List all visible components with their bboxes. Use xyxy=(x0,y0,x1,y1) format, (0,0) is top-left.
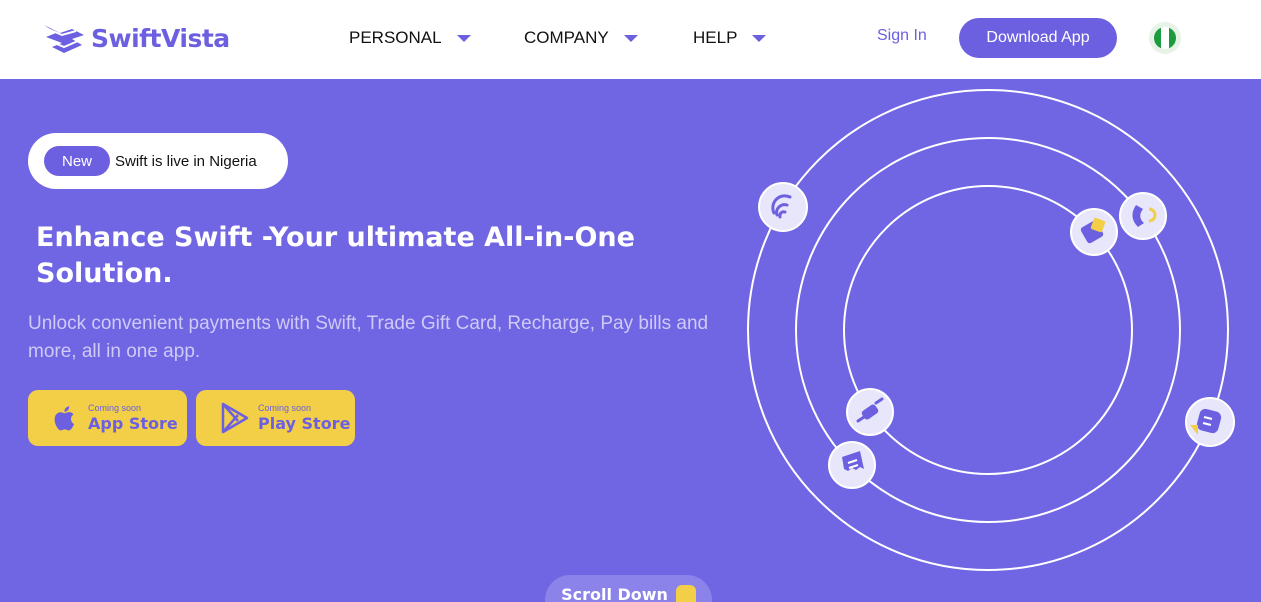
nav-help-label: HELP xyxy=(693,28,738,47)
power-plug-icon xyxy=(846,388,894,436)
nav-personal[interactable]: PERSONAL xyxy=(349,26,471,50)
announcement-text: Swift is live in Nigeria xyxy=(115,152,257,170)
scroll-down-button[interactable]: Scroll Down xyxy=(545,575,712,602)
hero-subtext: Unlock convenient payments with Swift, T… xyxy=(28,313,709,362)
play-store-icon xyxy=(221,402,249,434)
announcement-badge: New Swift is live in Nigeria xyxy=(28,133,288,189)
play-store-text: Coming soon Play Store xyxy=(258,403,350,433)
coming-soon-label: Coming soon xyxy=(88,403,142,413)
nav-company[interactable]: COMPANY xyxy=(524,26,638,50)
phone-call-icon xyxy=(1119,192,1167,240)
gift-card-icon xyxy=(1070,208,1118,256)
swiftvista-logo-icon xyxy=(44,25,84,53)
chat-bubble-icon xyxy=(1185,397,1235,447)
mouse-icon xyxy=(675,585,696,602)
chevron-down-icon xyxy=(456,34,471,42)
nigeria-flag-icon xyxy=(1154,27,1176,49)
scroll-down-label: Scroll Down xyxy=(561,585,668,602)
receipt-icon xyxy=(828,441,876,489)
app-store-text: Coming soon App Store xyxy=(88,403,178,433)
app-store-label: App Store xyxy=(88,414,178,433)
coming-soon-label: Coming soon xyxy=(258,403,312,413)
brand-logo[interactable]: SwiftVista xyxy=(42,20,230,56)
new-tag: New xyxy=(44,146,110,176)
brand-name: SwiftVista xyxy=(91,23,230,53)
apple-icon xyxy=(54,406,75,431)
country-selector[interactable] xyxy=(1149,22,1181,54)
play-store-label: Play Store xyxy=(258,414,351,433)
nav-personal-label: PERSONAL xyxy=(349,28,442,47)
orbit-illustration xyxy=(747,89,1235,571)
outer-orbit-ring xyxy=(747,89,1229,571)
hero-headline: Enhance Swift -Your ultimate All-in-One … xyxy=(36,222,635,289)
chevron-down-icon xyxy=(623,34,638,42)
play-store-button[interactable]: Coming soon Play Store xyxy=(196,390,355,446)
chevron-down-icon xyxy=(752,34,767,42)
wifi-icon xyxy=(758,182,808,232)
sign-in-link[interactable]: Sign In xyxy=(877,27,927,45)
top-navbar: SwiftVista PERSONAL COMPANY HELP Sign In… xyxy=(0,0,1261,79)
nav-company-label: COMPANY xyxy=(524,28,609,47)
app-store-button[interactable]: Coming soon App Store xyxy=(28,390,187,446)
download-app-button[interactable]: Download App xyxy=(959,18,1117,58)
nav-help[interactable]: HELP xyxy=(693,26,767,50)
